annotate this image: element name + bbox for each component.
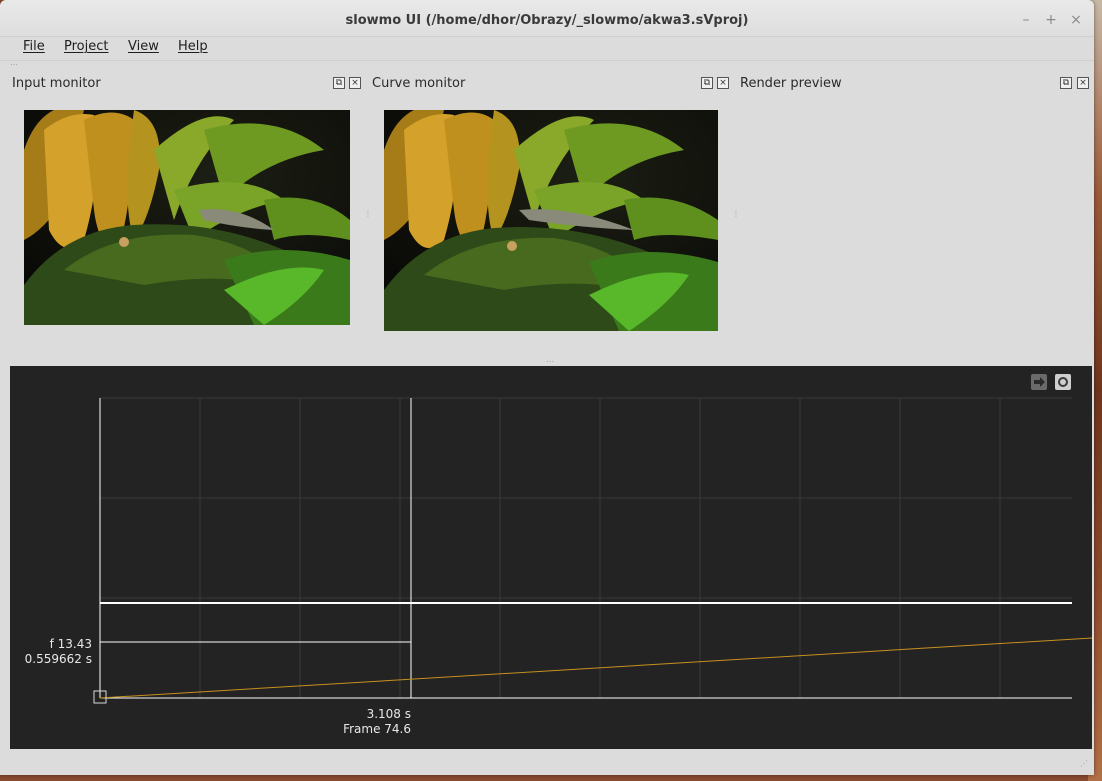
curve-monitor-image [384,110,718,331]
curve-plot [93,397,1092,704]
menu-view[interactable]: View [128,39,159,54]
minimize-button[interactable]: – [1018,12,1034,28]
render-preview-title: Render preview [740,76,842,91]
toolbar-area: ⋯ [0,60,1094,71]
dock-area-splitter[interactable]: ⋯ [546,358,554,366]
maximize-button[interactable]: + [1043,12,1059,28]
curve-monitor-close-button[interactable]: × [717,77,729,89]
toolbar-grip[interactable]: ⋯ [10,61,18,69]
resize-grip[interactable]: ⋰ [1080,760,1088,768]
window-title: slowmo UI (/home/dhor/Obrazy/_slowmo/akw… [345,13,749,28]
cursor-time-label: 0.559662 s [24,652,92,666]
cursor-frame-label: f 13.43 [49,637,92,651]
input-monitor-float-button[interactable]: ⧉ [333,77,345,89]
close-button[interactable]: × [1068,12,1084,28]
curve-monitor-title: Curve monitor [372,76,466,91]
render-preview-float-button[interactable]: ⧉ [1060,77,1072,89]
input-monitor-splitter[interactable]: ⋮ [364,210,372,218]
title-bar[interactable]: slowmo UI (/home/dhor/Obrazy/_slowmo/akw… [0,0,1094,37]
render-preview-close-button[interactable]: × [1077,77,1089,89]
curve-monitor-splitter[interactable]: ⋮ [732,210,740,218]
cursor-x-time-label: 3.108 s [366,707,411,721]
menu-help[interactable]: Help [178,39,208,54]
input-monitor-close-button[interactable]: × [349,77,361,89]
speed-curve [99,637,1092,699]
cursor-x-frame-label: Frame 74.6 [343,722,411,736]
input-monitor-title: Input monitor [12,76,101,91]
input-monitor-image [24,110,350,325]
app-window: slowmo UI (/home/dhor/Obrazy/_slowmo/akw… [0,0,1094,775]
curve-monitor-float-button[interactable]: ⧉ [701,77,713,89]
menu-project[interactable]: Project [64,39,108,54]
menu-bar: File Project View Help [0,36,1094,58]
curve-editor-canvas[interactable]: f 13.43 0.559662 s 3.108 s Frame 74.6 [10,366,1092,749]
menu-file[interactable]: File [23,39,45,54]
status-bar: ⋰ [0,750,1094,775]
